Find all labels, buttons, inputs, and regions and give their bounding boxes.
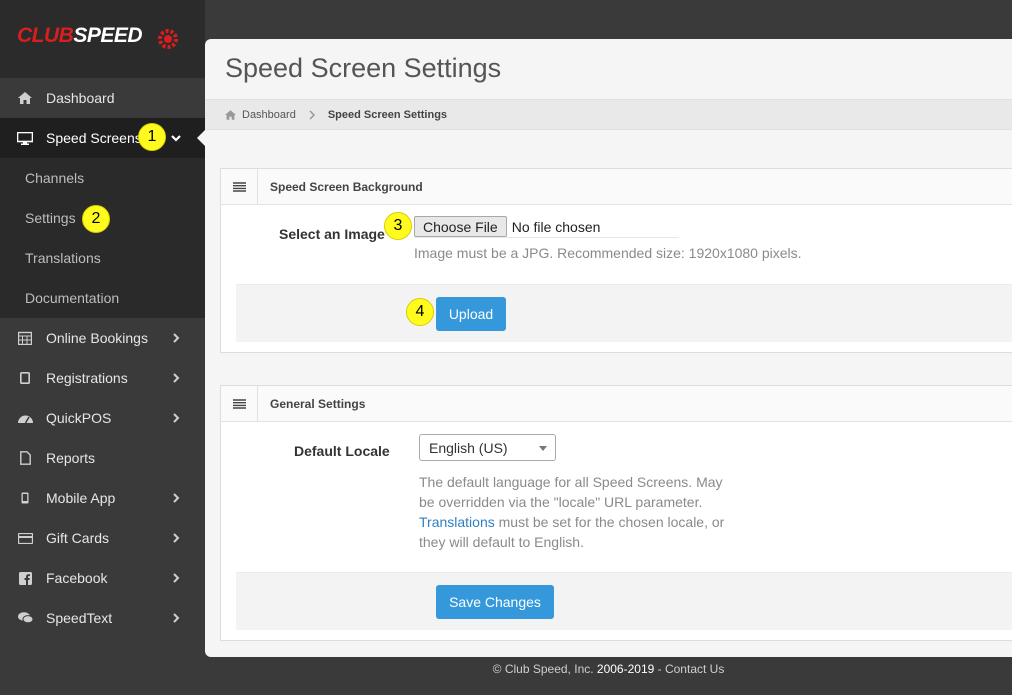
sidebar-item-label: QuickPOS: [46, 410, 112, 426]
chevron-right-icon: [173, 413, 180, 423]
background-panel: Speed Screen Background Select an Image …: [220, 168, 1012, 353]
locale-select-value: English (US): [429, 439, 508, 456]
page-title: Speed Screen Settings: [225, 53, 502, 83]
submenu-item-translations[interactable]: Translations: [0, 238, 205, 278]
logo-club-text: CLUB: [17, 24, 74, 47]
facebook-icon: [17, 571, 33, 585]
chat-icon: [17, 612, 33, 624]
credit-card-icon: [17, 532, 33, 544]
monitor-icon: [17, 131, 33, 145]
gear-icon: [158, 29, 178, 49]
sidebar-item-label: Gift Cards: [46, 530, 110, 546]
sidebar-item-label: Dashboard: [46, 90, 115, 106]
upload-button[interactable]: Upload: [436, 297, 506, 331]
sidebar-item-label: SpeedText: [46, 610, 113, 626]
sidebar-item-reports[interactable]: Reports: [0, 438, 205, 478]
save-changes-button[interactable]: Save Changes: [436, 585, 554, 619]
locale-help-text: The default language for all Speed Scree…: [419, 474, 725, 550]
chevron-right-icon: [173, 533, 180, 543]
menu-icon[interactable]: [221, 168, 258, 205]
chevron-right-icon: [173, 493, 180, 503]
translations-link[interactable]: Translations: [419, 514, 495, 530]
sidebar-item-label: Registrations: [46, 370, 128, 386]
breadcrumb-dashboard-link[interactable]: Dashboard: [242, 109, 296, 121]
submenu-item-documentation[interactable]: Documentation: [0, 278, 205, 318]
panel-title: Speed Screen Background: [270, 179, 423, 194]
general-settings-panel: General Settings Default Locale English …: [220, 385, 1012, 641]
sidebar-item-online-bookings[interactable]: Online Bookings: [0, 318, 205, 358]
footer-years: 2006-2019: [596, 662, 655, 676]
club-speed-logo[interactable]: CLUBSPEED: [0, 0, 205, 78]
sidebar-item-label: Mobile App: [46, 490, 116, 506]
panel-footer: Upload: [236, 284, 1012, 342]
dashboard-icon: [17, 413, 33, 424]
home-icon: [17, 92, 33, 104]
select-image-label: Select an Image: [279, 226, 385, 242]
sidebar-item-label: Speed Screens: [46, 130, 142, 146]
default-locale-label: Default Locale: [294, 443, 390, 459]
sidebar-item-label: Reports: [46, 450, 96, 466]
sidebar-nav: Dashboard Speed Screens Channels Setting…: [0, 78, 205, 638]
sidebar-item-mobile-app[interactable]: Mobile App: [0, 478, 205, 518]
file-input[interactable]: Choose File No file chosen: [414, 216, 679, 238]
breadcrumb-current: Speed Screen Settings: [327, 108, 448, 121]
chevron-right-icon: [173, 613, 180, 623]
contact-us-link[interactable]: Contact Us: [665, 662, 724, 676]
annotation-badge-4: 4: [406, 298, 434, 326]
home-icon: [225, 109, 236, 120]
sidebar-item-speedtext[interactable]: SpeedText: [0, 598, 205, 638]
file-status: No file chosen: [511, 218, 601, 235]
calendar-icon: [17, 331, 33, 345]
locale-select[interactable]: English (US): [419, 434, 556, 461]
chevron-right-icon: [173, 373, 180, 383]
tablet-icon: [17, 372, 33, 384]
main-content: Speed Screen Settings Dashboard Speed Sc…: [205, 39, 1012, 657]
sidebar-item-gift-cards[interactable]: Gift Cards: [0, 518, 205, 558]
footer-copyright: © Club Speed, Inc.: [492, 662, 597, 676]
caret-down-icon: [539, 446, 547, 451]
chevron-right-icon: [173, 333, 180, 343]
annotation-badge-2: 2: [82, 205, 110, 233]
annotation-badge-3: 3: [384, 212, 412, 240]
menu-icon[interactable]: [221, 385, 258, 422]
logo-speed-text: SPEED: [73, 24, 143, 47]
speed-screens-submenu: Channels Settings Translations Documenta…: [0, 158, 205, 318]
sidebar-item-facebook[interactable]: Facebook: [0, 558, 205, 598]
panel-header: Speed Screen Background: [221, 168, 1012, 205]
panel-header: General Settings: [221, 385, 1012, 422]
sidebar-item-label: Online Bookings: [46, 330, 148, 346]
submenu-item-channels[interactable]: Channels: [0, 158, 205, 198]
chevron-right-icon: [173, 573, 180, 583]
sidebar-item-dashboard[interactable]: Dashboard: [0, 78, 205, 118]
image-help-text: Image must be a JPG. Recommended size: 1…: [414, 245, 802, 261]
sidebar-item-quickpos[interactable]: QuickPOS: [0, 398, 205, 438]
sidebar-item-speed-screens[interactable]: Speed Screens: [0, 118, 205, 158]
sidebar-item-registrations[interactable]: Registrations: [0, 358, 205, 398]
sidebar: CLUBSPEED Dashboard Speed Screens Channe…: [0, 0, 205, 695]
choose-file-button[interactable]: Choose File: [414, 216, 507, 237]
panel-footer: Save Changes: [236, 572, 1012, 630]
chevron-right-icon: [309, 109, 315, 120]
panel-title: General Settings: [270, 396, 366, 411]
breadcrumb: Dashboard Speed Screen Settings: [205, 99, 1012, 130]
mobile-icon: [17, 492, 33, 504]
page-footer: © Club Speed, Inc. 2006-2019 - Contact U…: [492, 662, 725, 676]
file-icon: [17, 451, 33, 465]
annotation-badge-1: 1: [138, 123, 166, 151]
chevron-down-icon: [171, 135, 181, 142]
sidebar-item-label: Facebook: [46, 570, 108, 586]
